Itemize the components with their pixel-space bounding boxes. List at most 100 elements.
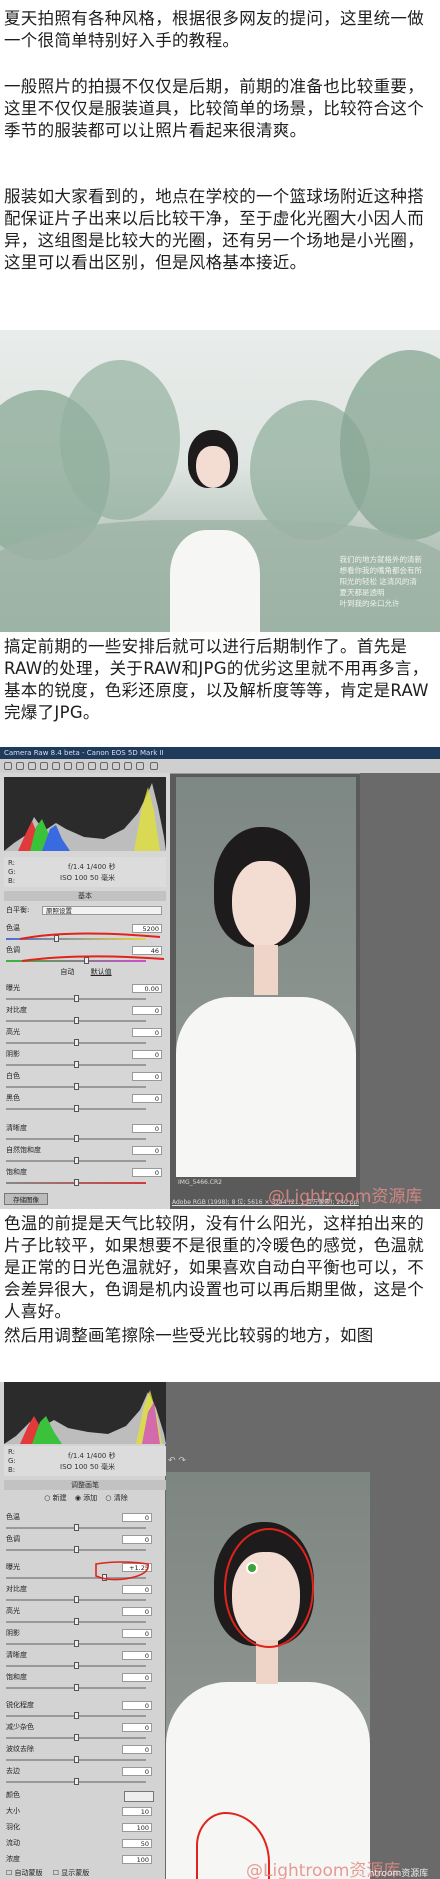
slider-thumb[interactable] <box>74 1157 79 1164</box>
mode-new-radio[interactable]: ○ 新建 <box>44 1494 66 1502</box>
slider-thumb[interactable] <box>74 1179 79 1186</box>
auto-link[interactable]: 自动 <box>60 968 74 976</box>
brush-highlights-slider[interactable] <box>6 1618 146 1625</box>
spot-removal-icon[interactable] <box>88 762 96 770</box>
brush-density-value[interactable]: 100 <box>122 1855 152 1864</box>
brush-pin-icon[interactable] <box>246 1562 258 1574</box>
slider-thumb[interactable] <box>74 1756 79 1763</box>
target-adjust-icon[interactable] <box>52 762 60 770</box>
default-link[interactable]: 默认值 <box>91 968 112 976</box>
whites-value[interactable]: 0 <box>132 1072 162 1081</box>
show-mask-checkbox[interactable]: ☐ 显示蒙版 <box>53 1869 90 1877</box>
exposure-row[interactable]: 曝光 0.00 <box>6 983 166 994</box>
brush-contrast-value[interactable]: 0 <box>122 1585 152 1594</box>
preferences-icon[interactable] <box>150 762 158 770</box>
vibrance-row[interactable]: 自然饱和度 0 <box>6 1145 166 1156</box>
contrast-value[interactable]: 0 <box>132 1006 162 1015</box>
brush-moire-slider[interactable] <box>6 1756 146 1763</box>
saturation-value[interactable]: 0 <box>132 1168 162 1177</box>
slider-thumb[interactable] <box>74 995 79 1002</box>
brush-tint-value[interactable]: 0 <box>122 1535 152 1544</box>
slider-thumb[interactable] <box>74 1105 79 1112</box>
brush-temp-slider[interactable] <box>6 1524 146 1531</box>
brush-defringe-slider[interactable] <box>6 1778 146 1785</box>
brush-contrast-slider[interactable] <box>6 1596 146 1603</box>
brush-feather-row[interactable]: 羽化 100 <box>6 1822 166 1833</box>
color-sampler-icon[interactable] <box>40 762 48 770</box>
slider-thumb[interactable] <box>74 1061 79 1068</box>
slider-thumb[interactable] <box>74 1135 79 1142</box>
brush-clarity-value[interactable]: 0 <box>122 1651 152 1660</box>
brush-tint-row[interactable]: 色调 0 <box>6 1534 166 1545</box>
slider-thumb[interactable] <box>74 1596 79 1603</box>
brush-shadows-value[interactable]: 0 <box>122 1629 152 1638</box>
radial-filter-icon[interactable] <box>136 762 144 770</box>
brush-flow-row[interactable]: 流动 50 <box>6 1838 166 1849</box>
slider-thumb[interactable] <box>74 1778 79 1785</box>
hand-tool-icon[interactable] <box>16 762 24 770</box>
mode-erase-radio[interactable]: ○ 清除 <box>105 1494 127 1502</box>
saturation-row[interactable]: 饱和度 0 <box>6 1167 166 1178</box>
brush-noise-slider[interactable] <box>6 1734 146 1741</box>
highlights-slider[interactable] <box>6 1039 146 1046</box>
whites-row[interactable]: 白色 0 <box>6 1071 166 1082</box>
zoom-tool-icon[interactable] <box>4 762 12 770</box>
brush-saturation-value[interactable]: 0 <box>122 1673 152 1682</box>
brush-clarity-slider[interactable] <box>6 1662 146 1669</box>
brush-size-row[interactable]: 大小 10 <box>6 1806 166 1817</box>
shadows-slider[interactable] <box>6 1061 146 1068</box>
brush-saturation-slider[interactable] <box>6 1684 146 1691</box>
undo-icon[interactable]: ↶ ↷ <box>168 1456 198 1468</box>
blacks-row[interactable]: 黑色 0 <box>6 1093 166 1104</box>
brush-noise-value[interactable]: 0 <box>122 1723 152 1732</box>
brush-clarity-row[interactable]: 清晰度 0 <box>6 1650 166 1661</box>
shadows-row[interactable]: 阴影 0 <box>6 1049 166 1060</box>
brush-noise-row[interactable]: 减少杂色 0 <box>6 1722 166 1733</box>
brush-highlights-row[interactable]: 高光 0 <box>6 1606 166 1617</box>
whites-slider[interactable] <box>6 1083 146 1090</box>
highlights-value[interactable]: 0 <box>132 1028 162 1037</box>
brush-flow-value[interactable]: 50 <box>122 1839 152 1848</box>
brush-moire-row[interactable]: 波纹去除 0 <box>6 1744 166 1755</box>
panel-tabs[interactable]: 基本 <box>4 891 166 901</box>
brush-sharpness-slider[interactable] <box>6 1712 146 1719</box>
crop-tool-icon[interactable] <box>64 762 72 770</box>
graduated-filter-icon[interactable] <box>124 762 132 770</box>
blacks-slider[interactable] <box>6 1105 146 1112</box>
slider-thumb[interactable] <box>74 1734 79 1741</box>
exposure-value[interactable]: 0.00 <box>132 984 162 993</box>
slider-thumb[interactable] <box>74 1039 79 1046</box>
straighten-icon[interactable] <box>76 762 84 770</box>
brush-density-row[interactable]: 浓度 100 <box>6 1854 166 1865</box>
auto-mask-checkbox[interactable]: ☐ 自动蒙版 <box>6 1869 43 1877</box>
mode-add-radio[interactable]: ◉ 添加 <box>75 1494 97 1502</box>
vibrance-slider[interactable] <box>6 1157 146 1164</box>
color-swatch[interactable] <box>124 1791 154 1802</box>
slider-thumb[interactable] <box>74 1640 79 1647</box>
slider-thumb[interactable] <box>74 1524 79 1531</box>
slider-thumb[interactable] <box>74 1546 79 1553</box>
adjustment-brush-icon[interactable] <box>112 762 120 770</box>
slider-thumb[interactable] <box>74 1684 79 1691</box>
clarity-slider[interactable] <box>6 1135 146 1142</box>
brush-color-row[interactable]: 颜色 <box>6 1790 166 1802</box>
clarity-value[interactable]: 0 <box>132 1124 162 1133</box>
brush-saturation-row[interactable]: 饱和度 0 <box>6 1672 166 1683</box>
blacks-value[interactable]: 0 <box>132 1094 162 1103</box>
white-balance-tool-icon[interactable] <box>28 762 36 770</box>
clarity-row[interactable]: 清晰度 0 <box>6 1123 166 1134</box>
brush-contrast-row[interactable]: 对比度 0 <box>6 1584 166 1595</box>
saturation-slider[interactable] <box>6 1179 146 1186</box>
brush-shadows-slider[interactable] <box>6 1640 146 1647</box>
contrast-slider[interactable] <box>6 1017 146 1024</box>
red-eye-icon[interactable] <box>100 762 108 770</box>
exposure-slider[interactable] <box>6 995 146 1002</box>
brush-shadows-row[interactable]: 阴影 0 <box>6 1628 166 1639</box>
slider-thumb[interactable] <box>74 1712 79 1719</box>
brush-tint-slider[interactable] <box>6 1546 146 1553</box>
slider-thumb[interactable] <box>74 1083 79 1090</box>
slider-thumb[interactable] <box>74 1618 79 1625</box>
shadows-value[interactable]: 0 <box>132 1050 162 1059</box>
brush-temp-row[interactable]: 色温 0 <box>6 1512 166 1523</box>
slider-thumb[interactable] <box>74 1017 79 1024</box>
